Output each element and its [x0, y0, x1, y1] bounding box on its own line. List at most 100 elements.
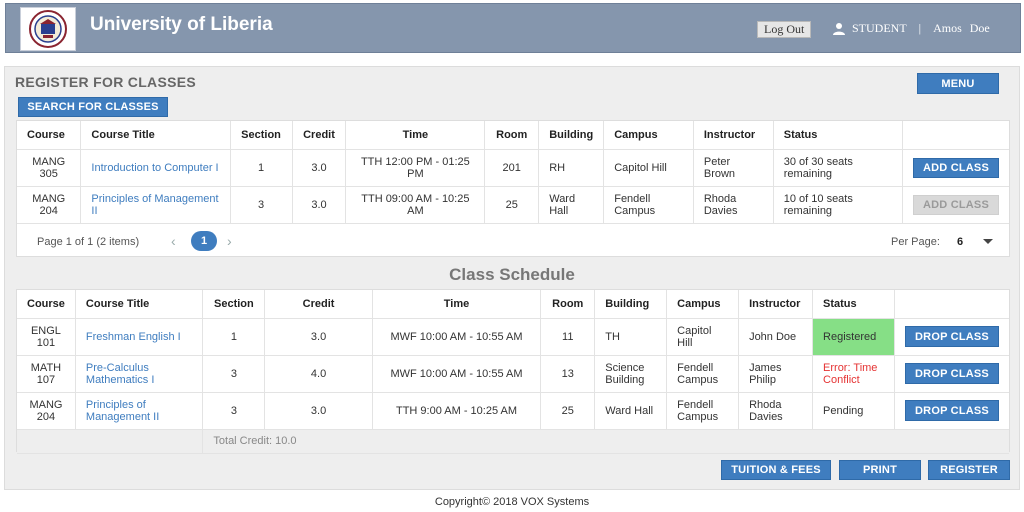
- add-class-button[interactable]: ADD CLASS: [913, 157, 999, 178]
- building: Ward Hall: [538, 186, 605, 224]
- building: Ward Hall: [594, 392, 668, 430]
- building: Science Building: [594, 355, 668, 393]
- course-title: Freshman English I: [75, 318, 204, 356]
- course-title: Pre-Calculus Mathematics I: [75, 355, 204, 393]
- schedule-title: Class Schedule: [449, 265, 575, 284]
- top-header: University of Liberia Log Out STUDENT | …: [5, 3, 1021, 53]
- section: 3: [202, 392, 266, 430]
- time: MWF 10:00 AM - 10:55 AM: [372, 355, 542, 393]
- building: TH: [594, 318, 668, 356]
- register-button[interactable]: REGISTER: [928, 460, 1010, 480]
- logout-button[interactable]: Log Out: [757, 21, 812, 38]
- col-status: Status: [812, 290, 895, 319]
- course-title-link[interactable]: Freshman English I: [86, 331, 181, 343]
- search-header-row: Course Course Title Section Credit Time …: [17, 121, 1009, 150]
- tuition-fees-button[interactable]: TUITION & FEES: [721, 460, 831, 480]
- pager-summary: Page 1 of 1 (2 items): [37, 236, 140, 248]
- col-time: Time: [372, 290, 542, 319]
- course-title: Principles of Management II: [80, 186, 231, 224]
- course-title: Principles of Management II: [75, 392, 204, 430]
- menu-button[interactable]: MENU: [917, 73, 999, 94]
- user-info: STUDENT | Amos Doe: [832, 21, 998, 36]
- course-title-link[interactable]: Pre-Calculus Mathematics I: [86, 362, 154, 386]
- col-course: Course: [17, 290, 76, 319]
- search-classes-button[interactable]: SEARCH FOR CLASSES: [18, 97, 168, 117]
- credit: 3.0: [264, 318, 373, 356]
- action-cell: DROP CLASS: [894, 392, 1009, 430]
- time: TTH 09:00 AM - 10:25 AM: [345, 186, 486, 224]
- credit: 3.0: [292, 149, 347, 187]
- university-logo: [20, 7, 76, 51]
- credit: 3.0: [292, 186, 347, 224]
- col-room: Room: [540, 290, 596, 319]
- total-row: Total Credit: 10.0: [17, 429, 1009, 454]
- campus: Fendell Campus: [603, 186, 694, 224]
- col-time: Time: [345, 121, 486, 150]
- status-badge: Registered: [812, 318, 895, 356]
- user-icon: [833, 22, 845, 35]
- drop-class-button[interactable]: DROP CLASS: [905, 363, 999, 384]
- user-separator: |: [918, 21, 922, 35]
- campus: Capitol Hill: [603, 149, 694, 187]
- drop-class-button[interactable]: DROP CLASS: [905, 400, 999, 421]
- register-title: REGISTER FOR CLASSES: [15, 74, 197, 90]
- status-badge: Error: Time Conflict: [812, 355, 895, 393]
- course-title-link[interactable]: Principles of Management II: [91, 193, 218, 217]
- section: 1: [230, 149, 293, 187]
- pager-page-button[interactable]: 1: [191, 231, 217, 251]
- app-title: University of Liberia: [90, 14, 273, 35]
- instructor: Rhoda Davies: [693, 186, 774, 224]
- col-campus: Campus: [603, 121, 694, 150]
- per-page-select[interactable]: 6: [957, 236, 963, 248]
- seats-status: 30 of 30 seats remaining: [773, 149, 904, 187]
- course-title-link[interactable]: Principles of Management II: [86, 399, 159, 423]
- col-section: Section: [202, 290, 266, 319]
- action-cell: DROP CLASS: [894, 355, 1009, 393]
- table-row: MANG 204 Principles of Management II 3 3…: [17, 186, 1009, 224]
- col-credit: Credit: [292, 121, 347, 150]
- instructor: Rhoda Davies: [738, 392, 814, 430]
- caret-down-icon[interactable]: [983, 239, 993, 244]
- col-building: Building: [538, 121, 605, 150]
- col-status: Status: [773, 121, 904, 150]
- col-course-title: Course Title: [75, 290, 204, 319]
- credit: 3.0: [264, 392, 373, 430]
- schedule-table: Course Course Title Section Credit Time …: [17, 290, 1009, 454]
- action-cell: DROP CLASS: [894, 318, 1009, 356]
- section: 3: [230, 186, 293, 224]
- room: 201: [484, 149, 540, 187]
- total-credit: Total Credit: 10.0: [202, 429, 1009, 454]
- time: MWF 10:00 AM - 10:55 AM: [372, 318, 542, 356]
- per-page-label: Per Page:: [891, 236, 940, 248]
- registration-panel: REGISTER FOR CLASSES MENU SEARCH FOR CLA…: [4, 66, 1020, 490]
- time: TTH 9:00 AM - 10:25 AM: [372, 392, 542, 430]
- col-room: Room: [484, 121, 540, 150]
- col-course: Course: [17, 121, 82, 150]
- col-section: Section: [230, 121, 293, 150]
- table-row: MANG 305 Introduction to Computer I 1 3.…: [17, 149, 1009, 187]
- table-row: ENGL 101 Freshman English I 1 3.0 MWF 10…: [17, 318, 1009, 356]
- search-results-table: Course Course Title Section Credit Time …: [17, 121, 1009, 224]
- col-course-title: Course Title: [80, 121, 231, 150]
- chevron-right-icon[interactable]: ›: [227, 233, 232, 249]
- course-code: MANG 204: [17, 186, 82, 224]
- status-badge: Pending: [812, 392, 895, 430]
- room: 25: [484, 186, 540, 224]
- total-spacer: [17, 429, 204, 454]
- chevron-left-icon[interactable]: ‹: [171, 233, 176, 249]
- user-role: STUDENT: [852, 21, 907, 35]
- col-credit: Credit: [264, 290, 373, 319]
- instructor: Peter Brown: [693, 149, 774, 187]
- search-results-card: Course Course Title Section Credit Time …: [16, 120, 1010, 257]
- table-row: MATH 107 Pre-Calculus Mathematics I 3 4.…: [17, 355, 1009, 393]
- course-title-link[interactable]: Introduction to Computer I: [91, 162, 218, 174]
- action-cell: ADD CLASS: [902, 149, 1009, 187]
- user-name: Amos Doe: [933, 21, 998, 36]
- building: RH: [538, 149, 605, 187]
- room: 11: [540, 318, 596, 356]
- print-button[interactable]: PRINT: [839, 460, 921, 480]
- drop-class-button[interactable]: DROP CLASS: [905, 326, 999, 347]
- course-title: Introduction to Computer I: [80, 149, 231, 187]
- course-code: MANG 204: [17, 392, 76, 430]
- add-class-button-disabled[interactable]: ADD CLASS: [913, 194, 999, 215]
